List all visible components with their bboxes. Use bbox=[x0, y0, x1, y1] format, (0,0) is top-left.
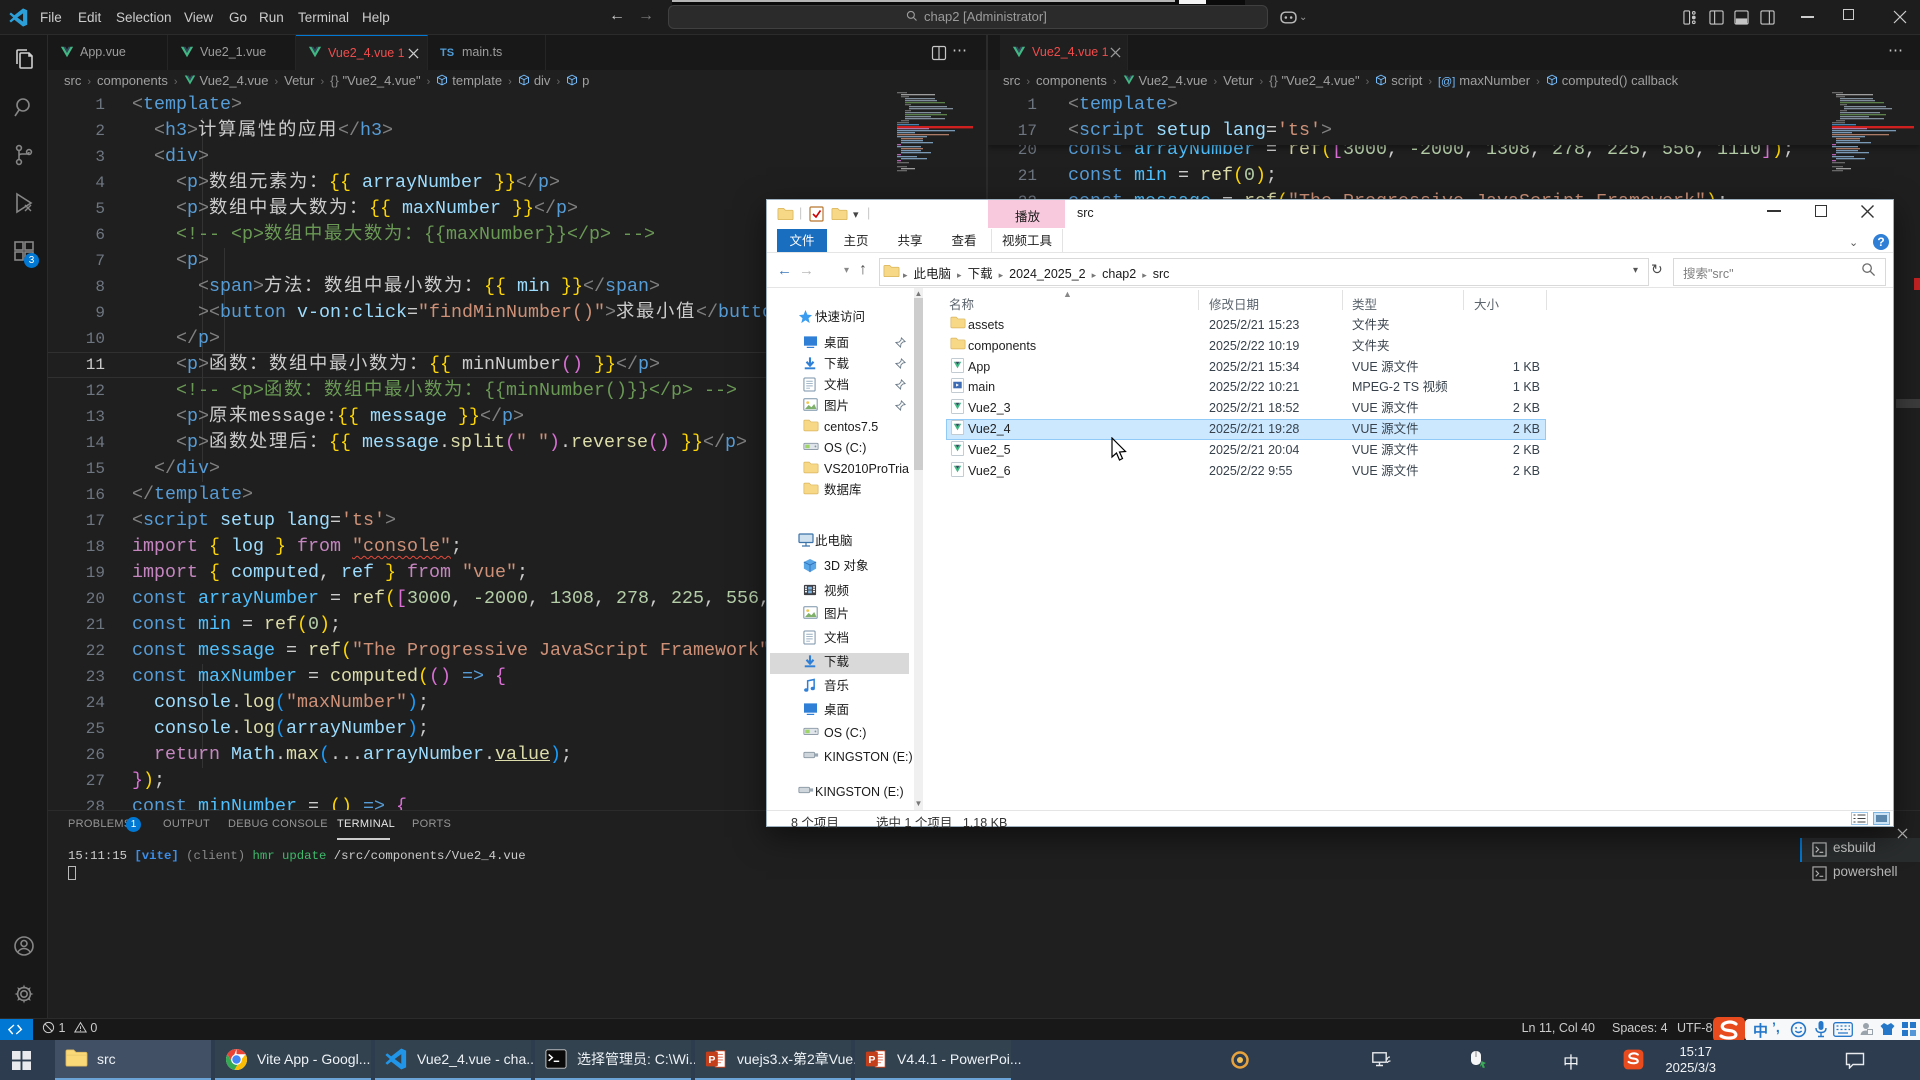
svg-text:P: P bbox=[708, 1054, 715, 1066]
svg-text:P: P bbox=[868, 1054, 875, 1066]
